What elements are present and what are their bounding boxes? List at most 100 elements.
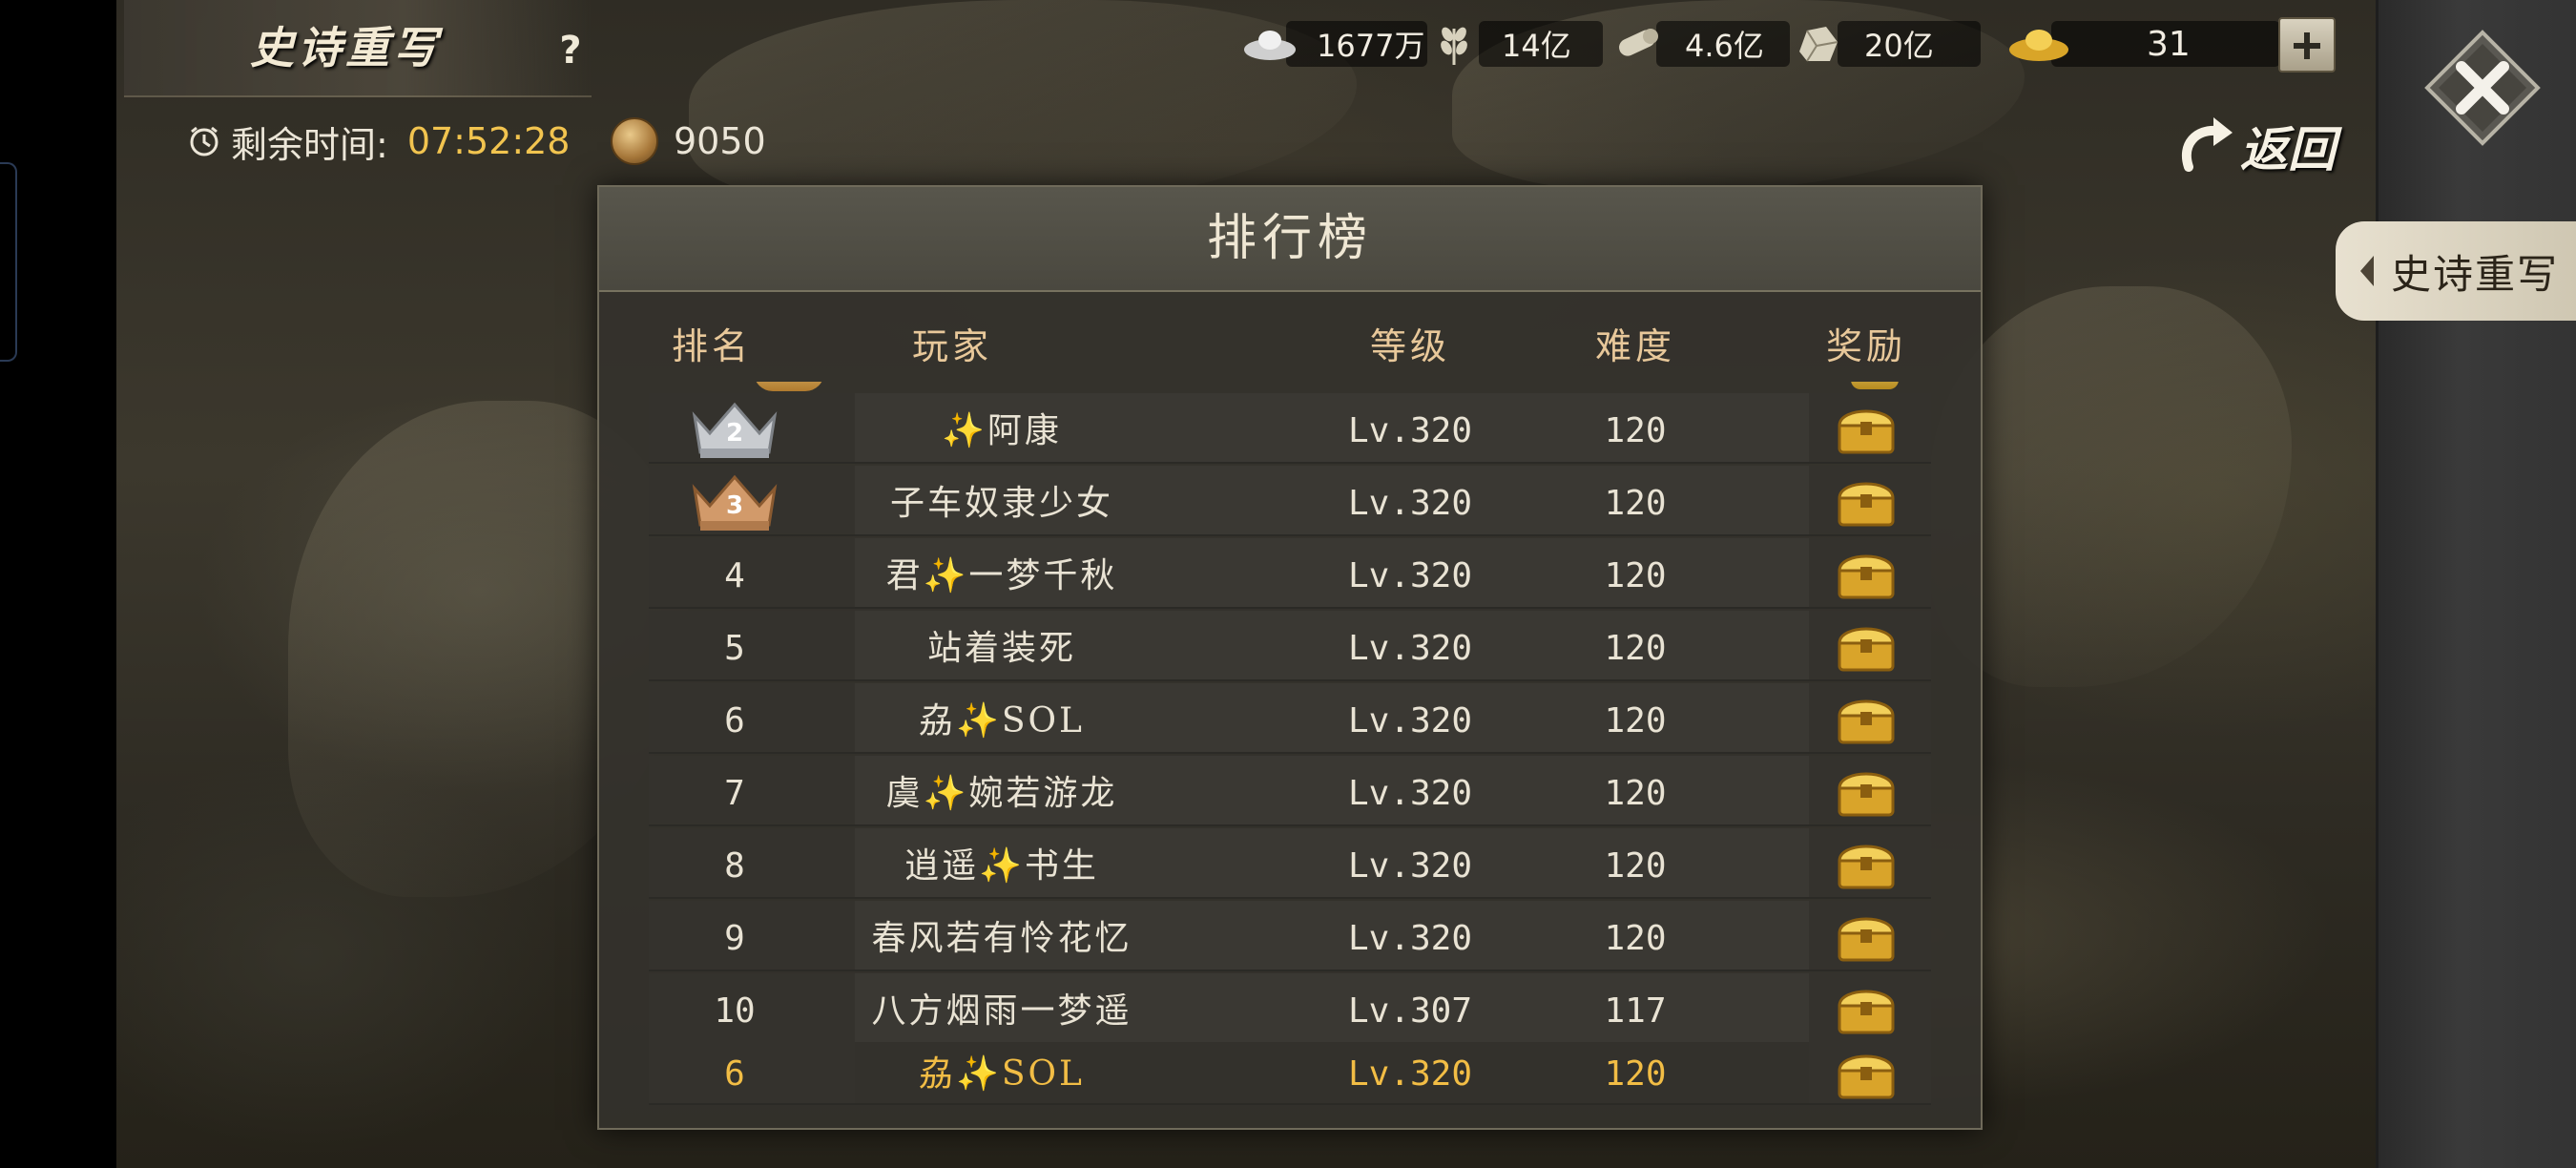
player-level: Lv.320 <box>1347 556 1473 595</box>
left-screen-edge <box>0 0 116 1168</box>
my-rank: 6 <box>724 1054 745 1094</box>
treasure-chest-icon[interactable] <box>1837 838 1896 889</box>
coin-balance: 9050 <box>611 113 766 170</box>
stone-icon <box>1799 27 1839 62</box>
player-difficulty: 120 <box>1604 629 1667 668</box>
treasure-chest-icon[interactable] <box>1837 620 1896 672</box>
player-name: 劦✨SOL <box>919 701 1085 740</box>
column-header-player: 玩家 <box>911 325 993 367</box>
player-difficulty: 120 <box>1604 701 1667 740</box>
treasure-chest-icon[interactable] <box>1837 548 1896 599</box>
column-header-difficulty: 难度 <box>1594 325 1676 367</box>
player-difficulty: 120 <box>1604 484 1667 523</box>
treasure-chest-icon[interactable] <box>1837 1048 1896 1099</box>
treasure-chest-icon[interactable] <box>1837 910 1896 962</box>
player-rank: 4 <box>724 556 745 595</box>
player-level: Lv.320 <box>1347 919 1473 958</box>
right-side-panel <box>2376 0 2576 1168</box>
player-rank: 10 <box>714 991 756 1031</box>
column-header-rank: 排名 <box>671 325 753 367</box>
treasure-chest-icon[interactable] <box>1837 765 1896 817</box>
leaderboard-list[interactable]: 2 ✨阿康 Lv.320 120 3 子车奴隶少女 Lv.320 120 4 君… <box>649 382 1931 1128</box>
my-difficulty: 120 <box>1604 1054 1667 1094</box>
resource-gold: 31 <box>2007 17 2280 71</box>
column-header-level: 等级 <box>1369 325 1451 367</box>
treasure-chest-icon[interactable] <box>1837 475 1896 527</box>
player-name: 八方烟雨一梦遥 <box>871 991 1132 1031</box>
timer-label: 剩余时间: <box>231 123 388 166</box>
player-name: ✨阿康 <box>942 411 1062 450</box>
table-row[interactable]: 7 虞✨婉若游龙 Lv.320 120 <box>649 756 1931 826</box>
resource-grain-value: 14亿 <box>1502 28 1571 64</box>
treasure-chest-icon[interactable] <box>1837 693 1896 744</box>
side-tab-epic-rewrite[interactable]: 史诗重写 <box>2336 221 2576 321</box>
treasure-chest-icon[interactable] <box>1837 403 1896 454</box>
player-difficulty: 120 <box>1604 556 1667 595</box>
player-name: 虞✨婉若游龙 <box>885 774 1118 813</box>
alarm-clock-icon <box>190 126 218 156</box>
player-level: Lv.320 <box>1347 774 1473 813</box>
player-level: Lv.320 <box>1347 701 1473 740</box>
table-row[interactable]: 8 逍遥✨书生 Lv.320 120 <box>649 828 1931 899</box>
timer-value: 07:52:28 <box>406 120 571 162</box>
resource-stone-value: 20亿 <box>1864 28 1934 64</box>
player-name: 站着装死 <box>926 629 1077 668</box>
table-row[interactable]: 10 八方烟雨一梦遥 Lv.307 117 <box>649 973 1931 1044</box>
table-row[interactable]: 2 ✨阿康 Lv.320 120 <box>649 393 1931 464</box>
table-row[interactable]: 9 春风若有怜花忆 Lv.320 120 <box>649 901 1931 971</box>
rank-1-crown-partial <box>754 382 824 391</box>
coin-value: 9050 <box>674 120 766 162</box>
player-rank: 6 <box>724 701 745 740</box>
player-difficulty: 120 <box>1604 411 1667 450</box>
resource-silver-value: 1677万 <box>1317 28 1425 64</box>
grain-icon <box>1441 27 1467 65</box>
treasure-chest-icon[interactable] <box>1837 983 1896 1034</box>
svg-text:3: 3 <box>726 491 743 520</box>
player-rank: 5 <box>724 629 745 668</box>
player-name: 子车奴隶少女 <box>889 484 1114 523</box>
column-headers: 排名 玩家 等级 难度 奖励 <box>599 303 1981 380</box>
help-button[interactable]: ? <box>551 29 590 78</box>
curved-back-arrow-icon <box>2182 117 2233 172</box>
resource-silver: 1677万 <box>1242 17 1427 71</box>
table-row[interactable]: 4 君✨一梦千秋 Lv.320 120 <box>649 538 1931 609</box>
leaderboard-header: 排行榜 <box>599 187 1981 292</box>
player-rank: 7 <box>724 774 745 813</box>
treasure-chest-icon <box>1851 382 1899 389</box>
player-rank: 8 <box>724 846 745 886</box>
resource-wood-value: 4.6亿 <box>1685 28 1764 64</box>
player-difficulty: 120 <box>1604 774 1667 813</box>
resource-stone: 20亿 <box>1794 17 1981 71</box>
leaderboard-title: 排行榜 <box>1206 210 1373 267</box>
player-level: Lv.320 <box>1347 846 1473 886</box>
close-button[interactable] <box>2423 29 2542 147</box>
mountain-ridge <box>1929 286 2292 687</box>
resource-grain: 14亿 <box>1435 17 1603 71</box>
player-name: 逍遥✨书生 <box>904 846 1099 886</box>
player-level: Lv.320 <box>1347 629 1473 668</box>
player-level: Lv.320 <box>1347 484 1473 523</box>
resource-gold-value: 31 <box>2147 24 2191 64</box>
player-level: Lv.307 <box>1347 991 1473 1031</box>
column-header-reward: 奖励 <box>1825 325 1907 367</box>
table-row[interactable]: 5 站着装死 Lv.320 120 <box>649 611 1931 681</box>
bronze-crown-icon: 3 <box>692 474 778 531</box>
my-rank-row[interactable]: 6 劦✨SOL Lv.320 120 <box>649 1042 1931 1105</box>
page-title: 史诗重写 <box>250 22 441 73</box>
gold-ingot-icon <box>2009 30 2068 61</box>
wood-log-icon <box>1619 29 1658 56</box>
add-gold-button[interactable] <box>2278 17 2336 73</box>
player-rank: 9 <box>724 919 745 958</box>
player-level: Lv.320 <box>1347 411 1473 450</box>
svg-text:2: 2 <box>726 419 743 448</box>
remaining-time: 剩余时间: 07:52:28 <box>187 113 570 170</box>
player-difficulty: 117 <box>1604 991 1667 1031</box>
player-difficulty: 120 <box>1604 846 1667 886</box>
table-row[interactable]: 3 子车奴隶少女 Lv.320 120 <box>649 466 1931 536</box>
table-row[interactable]: 6 劦✨SOL Lv.320 120 <box>649 683 1931 754</box>
screen-notch <box>0 162 17 362</box>
my-level: Lv.320 <box>1347 1054 1473 1094</box>
back-button[interactable]: 返回 <box>2175 113 2336 179</box>
coin-icon <box>611 117 658 165</box>
leaderboard-panel: 排行榜 排名 玩家 等级 难度 奖励 2 ✨阿康 Lv.320 120 3 子车… <box>597 185 1983 1130</box>
